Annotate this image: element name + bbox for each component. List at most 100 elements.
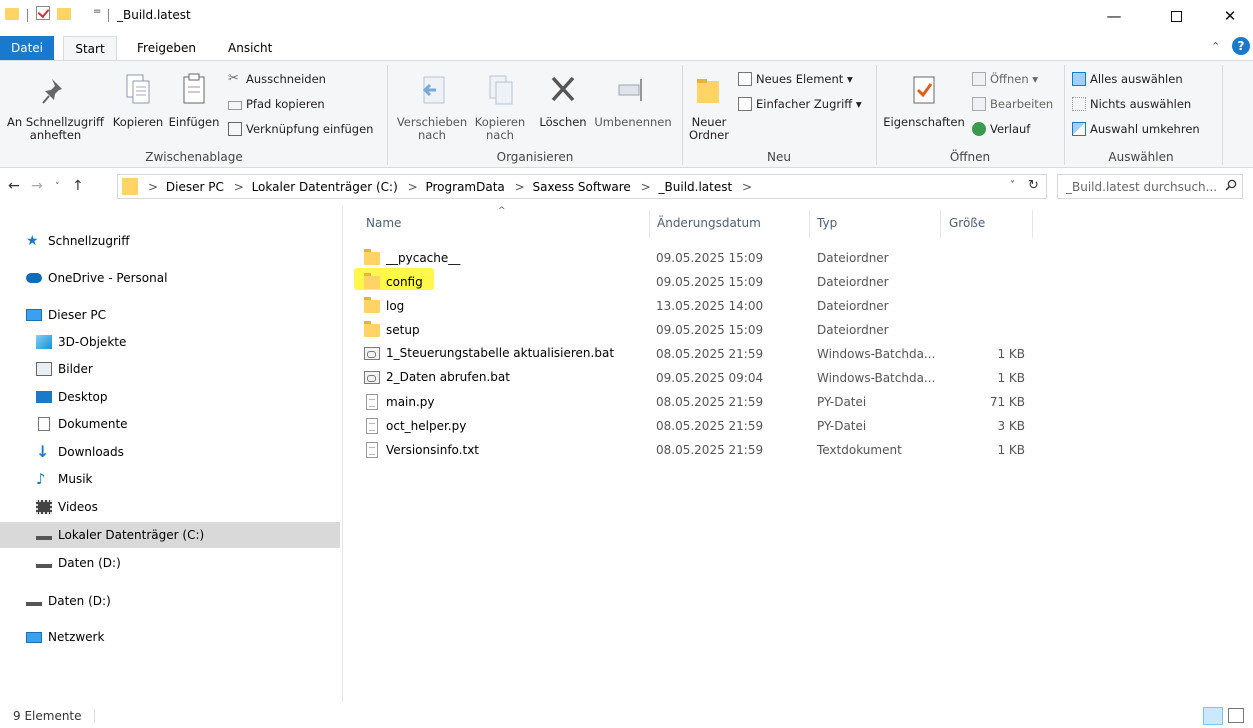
paste-button[interactable]: Einfügen — [166, 73, 222, 129]
cloud-icon — [26, 273, 42, 283]
sidebar-item-desktop[interactable]: Desktop — [0, 384, 340, 410]
properties-check-icon[interactable] — [36, 6, 50, 20]
star-icon: ★ — [26, 233, 39, 249]
tab-view[interactable]: Ansicht — [218, 36, 282, 61]
column-header-date[interactable]: Änderungsdatum — [657, 216, 761, 230]
copy-path-button[interactable]: Pfad kopieren — [228, 94, 325, 114]
file-row-steuerungstabelle-bat[interactable]: 1_Steuerungstabelle aktualisieren.bat 08… — [364, 342, 1025, 366]
back-button[interactable]: ← — [8, 178, 20, 194]
tab-start[interactable]: Start — [63, 36, 117, 61]
rename-button[interactable]: Umbenennen — [590, 73, 676, 129]
breadcrumb-separator[interactable]: > — [148, 180, 158, 194]
move-to-icon — [422, 76, 445, 104]
file-row-log[interactable]: log 13.05.2025 14:00 Dateiordner — [364, 294, 1024, 318]
sidebar-item-onedrive[interactable]: OneDrive - Personal — [0, 265, 340, 291]
breadcrumb-separator[interactable]: > — [641, 180, 651, 194]
select-all-button[interactable]: Alles auswählen — [1072, 69, 1183, 89]
refresh-button[interactable]: ↻ — [1028, 178, 1039, 193]
new-folder-icon[interactable] — [57, 8, 71, 20]
breadcrumb-local-disk[interactable]: Lokaler Datenträger (C:) — [252, 180, 398, 194]
breadcrumb-separator[interactable]: > — [234, 180, 244, 194]
breadcrumb-separator[interactable]: > — [742, 180, 752, 194]
sidebar-item-downloads[interactable]: ↓ Downloads — [0, 439, 340, 465]
drive-icon — [26, 596, 42, 606]
column-header-name[interactable]: Name — [366, 216, 401, 230]
title-bar: = _Build.latest — ✕ — [0, 0, 1253, 32]
breadcrumb-separator[interactable]: > — [515, 180, 525, 194]
sidebar-item-this-pc[interactable]: Dieser PC — [0, 302, 340, 328]
forward-button[interactable]: → — [31, 178, 43, 194]
tab-share[interactable]: Freigeben — [127, 36, 206, 61]
file-name: log — [386, 298, 405, 313]
search-box[interactable] — [1057, 174, 1243, 199]
paste-shortcut-button[interactable]: Verknüpfung einfügen — [228, 119, 373, 139]
details-view-button[interactable] — [1203, 707, 1223, 725]
address-bar[interactable]: > Dieser PC > Lokaler Datenträger (C:) >… — [117, 174, 1047, 199]
sidebar-item-data-d[interactable]: Daten (D:) — [0, 550, 340, 576]
folder-icon — [5, 8, 19, 20]
quick-access-dropdown-icon[interactable]: = — [93, 6, 101, 17]
divider[interactable] — [940, 210, 941, 238]
up-button[interactable]: ↑ — [72, 178, 84, 194]
recent-locations-button[interactable]: ˅ — [55, 182, 60, 192]
select-none-button[interactable]: Nichts auswählen — [1072, 94, 1191, 114]
maximize-button[interactable] — [1153, 0, 1199, 32]
column-header-size[interactable]: Größe — [949, 216, 985, 230]
divider[interactable] — [649, 210, 650, 238]
breadcrumb-programdata[interactable]: ProgramData — [425, 180, 504, 194]
history-label: Verlauf — [990, 122, 1031, 136]
easy-access-button[interactable]: Einfacher Zugriff ▾ — [738, 94, 862, 114]
open-button[interactable]: Öffnen ▾ — [972, 69, 1038, 89]
sidebar-item-local-disk-c[interactable]: Lokaler Datenträger (C:) — [0, 522, 340, 548]
copy-button[interactable]: Kopieren — [110, 73, 166, 129]
file-row-daten-abrufen-bat[interactable]: 2_Daten abrufen.bat 09.05.2025 09:04 Win… — [364, 366, 1025, 390]
divider[interactable] — [1032, 210, 1033, 238]
delete-button[interactable]: Löschen — [535, 73, 591, 129]
move-to-button[interactable]: Verschieben nach — [395, 73, 469, 142]
history-button[interactable]: Verlauf — [972, 119, 1030, 139]
properties-button[interactable]: Eigenschaften — [880, 73, 968, 129]
copy-to-button[interactable]: Kopieren nach — [472, 73, 528, 142]
file-row-config[interactable]: config 09.05.2025 15:09 Dateiordner — [354, 268, 1024, 294]
file-row-main-py[interactable]: main.py 08.05.2025 21:59 PY-Datei 71 KB — [364, 390, 1025, 414]
new-folder-button[interactable]: Neuer Ordner — [684, 73, 734, 142]
minimize-button[interactable]: — — [1091, 0, 1137, 32]
collapse-ribbon-icon[interactable]: ⌃ — [1211, 40, 1220, 53]
sidebar-item-data-d-root[interactable]: Daten (D:) — [0, 588, 340, 614]
divider[interactable] — [809, 210, 810, 238]
breadcrumb-build-latest[interactable]: _Build.latest — [659, 180, 733, 194]
cut-button[interactable]: ✂ Ausschneiden — [228, 69, 326, 89]
sidebar-item-3d-objects[interactable]: 3D-Objekte — [0, 329, 340, 355]
breadcrumb-saxess-software[interactable]: Saxess Software — [533, 180, 631, 194]
new-item-button[interactable]: Neues Element ▾ — [738, 69, 853, 89]
file-row-pycache[interactable]: __pycache__ 09.05.2025 15:09 Dateiordner — [364, 246, 1024, 270]
sidebar-item-quick-access[interactable]: ★ Schnellzugriff — [0, 228, 340, 254]
breadcrumb-separator[interactable]: > — [408, 180, 418, 194]
column-header-type[interactable]: Typ — [817, 216, 837, 230]
sidebar-item-label: 3D-Objekte — [58, 335, 127, 349]
file-row-setup[interactable]: setup 09.05.2025 15:09 Dateiordner — [364, 318, 1024, 342]
tab-file[interactable]: Datei — [0, 36, 54, 61]
invert-selection-button[interactable]: Auswahl umkehren — [1072, 119, 1200, 139]
file-row-versionsinfo-txt[interactable]: Versionsinfo.txt 08.05.2025 21:59 Textdo… — [364, 438, 1025, 462]
large-icons-view-button[interactable] — [1228, 708, 1244, 723]
address-row: ← → ˅ ↑ > Dieser PC > Lokaler Datenträge… — [0, 172, 1253, 202]
help-icon[interactable]: ? — [1232, 37, 1250, 55]
sidebar-item-pictures[interactable]: Bilder — [0, 356, 340, 382]
search-input[interactable] — [1058, 175, 1218, 198]
sidebar-item-label: Netzwerk — [48, 630, 105, 644]
sidebar-item-music[interactable]: ♪ Musik — [0, 466, 340, 492]
address-dropdown-button[interactable]: ˅ — [1010, 180, 1015, 191]
breadcrumb-dieser-pc[interactable]: Dieser PC — [166, 180, 224, 194]
sidebar-item-videos[interactable]: Videos — [0, 494, 340, 520]
edit-button[interactable]: Bearbeiten — [972, 94, 1053, 114]
file-type: PY-Datei — [817, 395, 867, 409]
sidebar-item-documents[interactable]: Dokumente — [0, 411, 340, 437]
search-icon[interactable] — [1225, 179, 1237, 191]
close-button[interactable]: ✕ — [1207, 0, 1253, 32]
pin-quick-access-button[interactable]: An Schnellzugriff anheften — [4, 73, 107, 142]
copy-to-icon — [489, 75, 513, 105]
file-row-oct-helper-py[interactable]: oct_helper.py 08.05.2025 21:59 PY-Datei … — [364, 414, 1025, 438]
sidebar-item-network[interactable]: Netzwerk — [0, 624, 340, 650]
download-icon: ↓ — [36, 442, 50, 461]
